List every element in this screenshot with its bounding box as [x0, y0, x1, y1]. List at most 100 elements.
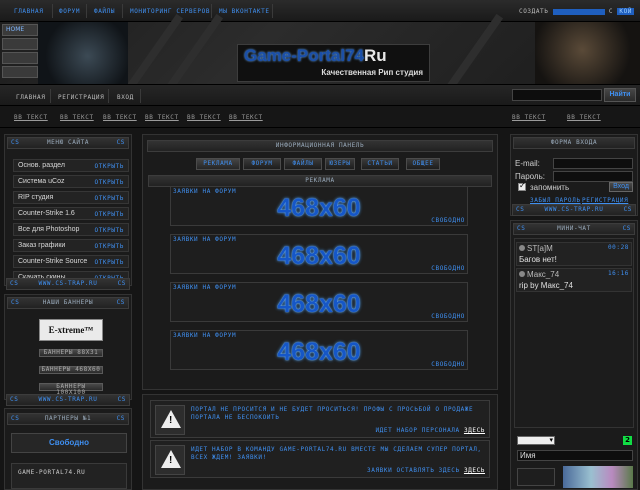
remember-checkbox[interactable]: ✓ [518, 181, 526, 191]
main-nav: Главная Регистрация Вход Найти [0, 84, 640, 106]
notice-here-link[interactable]: здесь [464, 427, 485, 434]
site-url[interactable]: www.cs-trap.ru [39, 280, 98, 287]
account-link-2[interactable]: кой [617, 8, 634, 15]
ad-size: 468x60 [277, 194, 361, 222]
nav-register[interactable]: Регистрация [58, 94, 104, 101]
tab-general[interactable]: Общее [406, 158, 440, 170]
side-button-4[interactable] [2, 66, 38, 78]
side-button-3[interactable] [2, 52, 38, 64]
partner-footer-box: Game-Portal74.ru [11, 463, 127, 489]
register-link[interactable]: Регистрация [582, 197, 628, 204]
top-nav-home[interactable]: Главная [14, 8, 44, 15]
site-logo[interactable]: Game-Portal74Ru Качественная Рип студия [237, 44, 430, 82]
chat-messages[interactable] [514, 238, 634, 428]
bb-link[interactable]: BB Текст [103, 114, 137, 121]
top-nav-monitoring[interactable]: Мониторинг серверов [130, 8, 210, 15]
user-icon [519, 271, 525, 277]
banner-468x60-button[interactable]: Баннеры 468x60 [39, 366, 103, 374]
bb-link[interactable]: BB Текст [145, 114, 179, 121]
email-field[interactable] [553, 158, 633, 169]
open-link[interactable]: открыть [95, 179, 125, 186]
notice-link: Заявки оставлять здесь здесь [367, 467, 485, 474]
search-input[interactable] [512, 89, 602, 101]
open-link[interactable]: открыть [95, 195, 125, 202]
open-link[interactable]: открыть [95, 163, 125, 170]
bb-link[interactable]: BB Текст [512, 114, 546, 121]
refresh-chat-button[interactable]: 2 [623, 436, 632, 445]
banner-100x100-button[interactable]: Баннеры 100x100 [39, 383, 103, 396]
password-label: Пароль: [515, 172, 545, 181]
menu-item[interactable]: Все для Photoshop открыть [13, 223, 129, 236]
bb-link[interactable]: BB Текст [60, 114, 94, 121]
chat-author[interactable]: Макс_74 [527, 270, 559, 279]
forgot-password-link[interactable]: Забыл пароль [530, 197, 581, 204]
email-label: E-mail: [515, 159, 540, 168]
partner-slot[interactable]: Свободно [11, 433, 127, 453]
bb-link[interactable]: BB Текст [567, 114, 601, 121]
login-button[interactable]: Вход [609, 182, 633, 192]
ad-slot[interactable]: Заявки на форум 468x60 Свободно [170, 186, 468, 226]
nav-login[interactable]: Вход [117, 94, 134, 101]
open-link[interactable]: открыть [95, 211, 125, 218]
partners-title: CS Партнеры №1 CS [7, 413, 129, 425]
chat-name-field[interactable]: Имя [517, 450, 633, 461]
header-image-right [535, 22, 640, 84]
notice-text: Идет набор в команду Game-Portal74.ru вм… [191, 446, 482, 461]
menu-item[interactable]: Основ. раздел открыть [13, 159, 129, 172]
banner-88x31-button[interactable]: Баннеры 88x31 [39, 349, 103, 357]
top-nav-files[interactable]: Файлы [94, 8, 115, 15]
banners-title: CS Наши баннеры CS [7, 297, 129, 309]
open-link[interactable]: открыть [95, 259, 125, 266]
partner-footer-text[interactable]: Game-Portal74.ru [18, 469, 85, 476]
nav-home[interactable]: Главная [16, 94, 46, 101]
chat-text: rip by Макс_74 [519, 281, 573, 290]
ad-slot[interactable]: Заявки на форум 468x60 Свободно [170, 330, 468, 370]
top-nav-forum[interactable]: Форум [59, 8, 80, 15]
ad-slot[interactable]: Заявки на форум 468x60 Свободно [170, 282, 468, 322]
chat-message: ST[a]M 00:28 Багов нет! [516, 242, 632, 266]
name-placeholder: Имя [520, 451, 536, 460]
bb-link-bar: BB Текст BB Текст BB Текст BB Текст BB Т… [0, 106, 640, 128]
site-url[interactable]: www.cs-trap.ru [545, 206, 604, 213]
open-link[interactable]: открыть [95, 227, 125, 234]
chat-message: Макс_74 16:16 rip by Макс_74 [516, 268, 632, 292]
menu-item[interactable]: RIP студия открыть [13, 191, 129, 204]
ad-free-label: Свободно [431, 313, 465, 320]
ad-slot[interactable]: Заявки на форум 468x60 Свободно [170, 234, 468, 274]
tab-forum[interactable]: Форум [243, 158, 281, 170]
smiley-select[interactable]: ▾ [517, 436, 555, 445]
bb-link[interactable]: BB Текст [14, 114, 48, 121]
open-link[interactable]: открыть [95, 243, 125, 250]
menu-footer: CS www.cs-trap.ru CS [6, 278, 130, 290]
tab-ads[interactable]: Реклама [196, 158, 240, 170]
menu-item[interactable]: Система uCoz открыть [13, 175, 129, 188]
menu-item[interactable]: Counter-Strike Source открыть [13, 255, 129, 268]
home-button[interactable]: HOME [2, 24, 38, 36]
menu-item[interactable]: Заказ графики открыть [13, 239, 129, 252]
tab-articles[interactable]: Статьи [361, 158, 399, 170]
tab-files[interactable]: Файлы [284, 158, 322, 170]
tab-users[interactable]: Юзеры [325, 158, 355, 170]
account-link[interactable] [552, 8, 605, 15]
notice-text: Портал не просится и не будет проситься!… [191, 406, 474, 421]
ad-free-label: Свободно [431, 217, 465, 224]
chevron-down-icon: ▾ [549, 436, 553, 444]
site-url[interactable]: www.cs-trap.ru [39, 396, 98, 403]
top-nav-vk[interactable]: Мы ВКонтакте [219, 8, 270, 15]
account-prefix: Создать [518, 8, 549, 15]
notice: ! Идет набор в команду Game-Portal74.ru … [150, 440, 490, 478]
bb-link[interactable]: BB Текст [187, 114, 221, 121]
info-panel-title: Информационная панель [147, 140, 493, 152]
notice-here-link[interactable]: здесь [464, 467, 485, 474]
bb-link-active[interactable]: BB Текст [229, 114, 263, 121]
search-button[interactable]: Найти [604, 88, 636, 102]
banner-logo[interactable]: E-xtreme™ [39, 319, 103, 341]
chat-send-box[interactable] [517, 468, 555, 486]
site-menu-title: CS Меню сайта CS [7, 137, 129, 149]
menu-item[interactable]: Counter-Strike 1.6 открыть [13, 207, 129, 220]
side-button-2[interactable] [2, 38, 38, 50]
mini-chat-title: CS Мини-чат CS [513, 223, 635, 235]
ad-free-label: Свободно [431, 361, 465, 368]
password-field[interactable] [553, 171, 633, 182]
chat-author[interactable]: ST[a]M [527, 244, 553, 253]
